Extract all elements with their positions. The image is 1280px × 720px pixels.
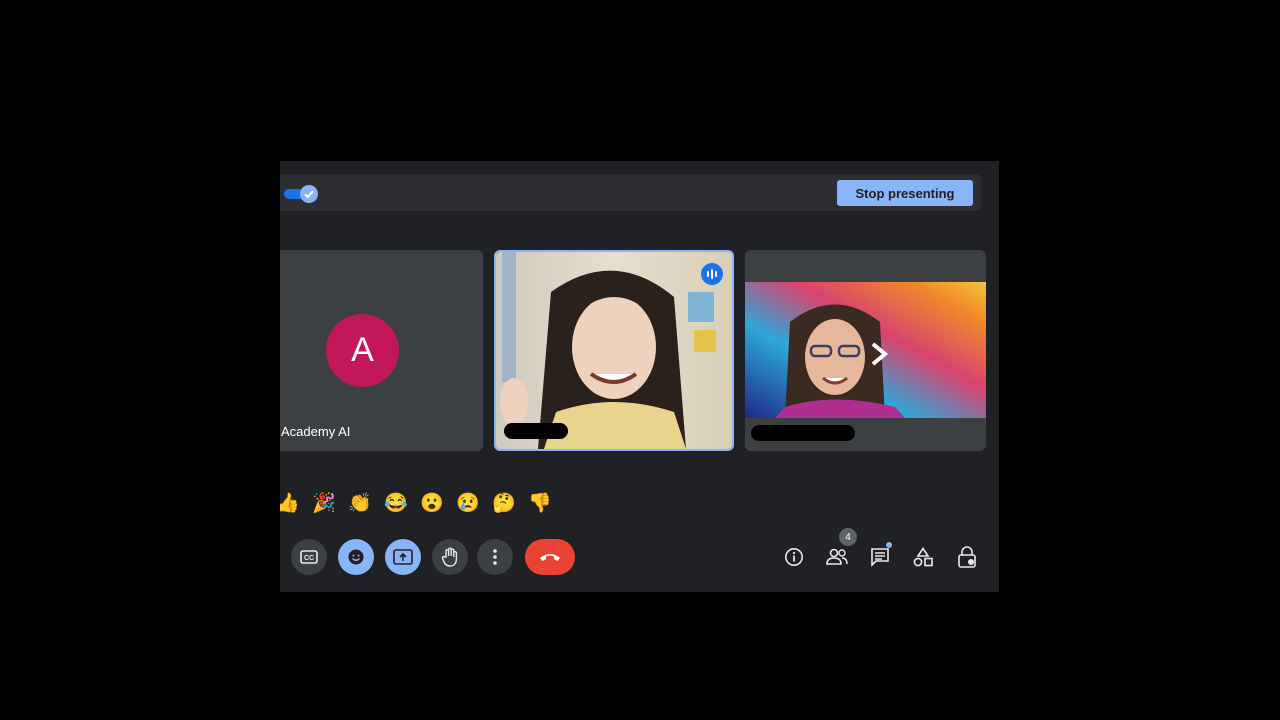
- activities-icon: [913, 547, 933, 567]
- participant-video: [745, 282, 986, 418]
- participant-name-redacted: [751, 425, 855, 441]
- end-call-button[interactable]: [525, 539, 575, 575]
- check-icon: [300, 185, 318, 203]
- present-screen-button[interactable]: [385, 539, 421, 575]
- info-icon: [785, 548, 803, 566]
- more-options-icon: [493, 549, 497, 565]
- activities-button[interactable]: [910, 544, 936, 570]
- chat-unread-dot: [886, 542, 892, 548]
- presentation-toggle[interactable]: [284, 185, 318, 203]
- reaction-clap[interactable]: 👏: [342, 489, 378, 517]
- avatar: A: [326, 314, 399, 387]
- people-button[interactable]: [824, 544, 850, 570]
- presenting-bar: Stop presenting: [280, 174, 981, 211]
- participant-video: [496, 252, 732, 449]
- emoji-reactions-button[interactable]: [338, 539, 374, 575]
- reaction-thumbs-up[interactable]: 👍: [280, 489, 306, 517]
- speaking-indicator-icon: [701, 263, 723, 285]
- participant-tile-active-speaker[interactable]: [494, 250, 734, 451]
- emoji-icon: [348, 549, 364, 565]
- reaction-bar: 👍 🎉 👏 😂 😮 😢 🤔 👎: [280, 489, 558, 517]
- participant-name: Academy AI: [281, 424, 351, 439]
- participant-tile[interactable]: [745, 250, 986, 451]
- present-screen-icon: [393, 549, 413, 565]
- end-call-icon: [540, 554, 560, 561]
- reaction-sad[interactable]: 😢: [450, 489, 486, 517]
- meet-window: Stop presenting A Academy AI 👍 🎉 👏 😂 😮 😢…: [280, 161, 999, 592]
- people-count-badge: 4: [839, 528, 857, 546]
- reaction-party[interactable]: 🎉: [306, 489, 342, 517]
- host-controls-icon: [958, 546, 976, 568]
- host-controls-button[interactable]: [954, 544, 980, 570]
- reaction-surprised[interactable]: 😮: [414, 489, 450, 517]
- captions-button[interactable]: CC: [291, 539, 327, 575]
- participant-tile[interactable]: A Academy AI: [280, 250, 483, 451]
- people-icon: [826, 548, 848, 565]
- chat-icon: [871, 548, 889, 567]
- svg-text:CC: CC: [304, 555, 314, 562]
- meeting-info-button[interactable]: [781, 544, 807, 570]
- reaction-laugh[interactable]: 😂: [378, 489, 414, 517]
- participant-name-redacted: [504, 423, 568, 439]
- more-options-button[interactable]: [477, 539, 513, 575]
- raise-hand-button[interactable]: [432, 539, 468, 575]
- call-controls: CC 4: [280, 528, 999, 576]
- reaction-thumbs-down[interactable]: 👎: [522, 489, 558, 517]
- captions-icon: CC: [300, 550, 318, 564]
- stop-presenting-button[interactable]: Stop presenting: [837, 180, 973, 206]
- raise-hand-icon: [441, 547, 458, 567]
- reaction-thinking[interactable]: 🤔: [486, 489, 522, 517]
